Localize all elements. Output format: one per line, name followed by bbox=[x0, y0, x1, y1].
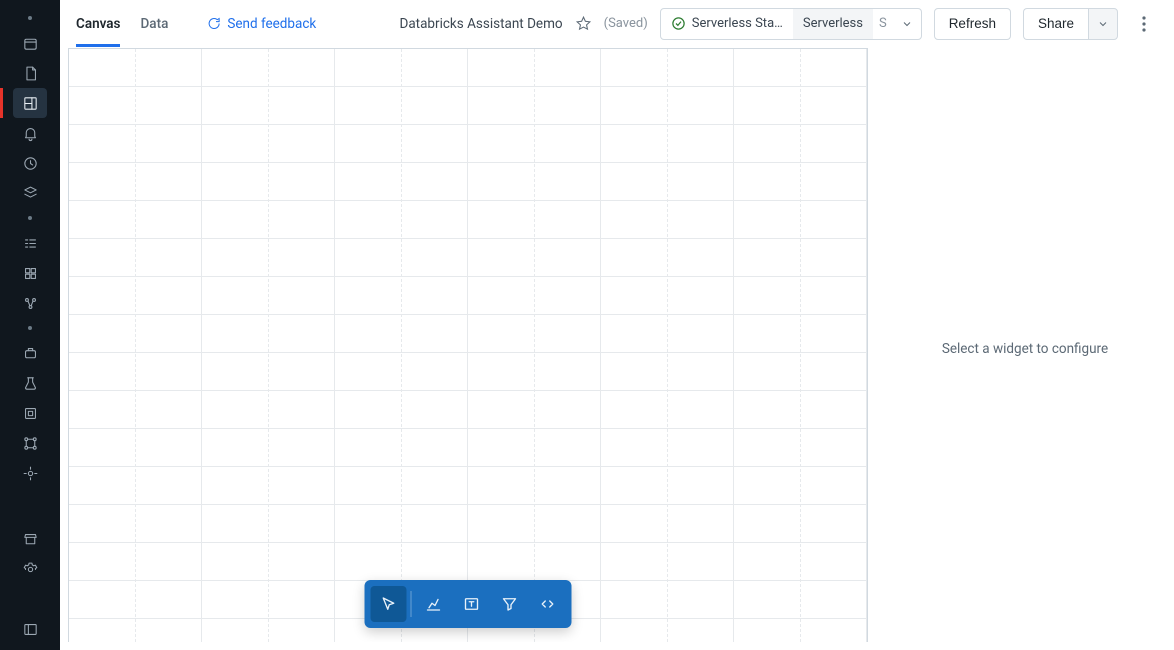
canvas-gridline bbox=[268, 49, 269, 642]
query-icon bbox=[22, 185, 39, 202]
sidebar-item-query[interactable] bbox=[13, 178, 47, 208]
sidebar-item-workflow[interactable] bbox=[13, 288, 47, 318]
sidebar-item-experiments[interactable] bbox=[13, 368, 47, 398]
dashboard-canvas[interactable] bbox=[68, 48, 868, 642]
more-options-button[interactable] bbox=[1130, 8, 1158, 40]
bell-icon bbox=[22, 125, 39, 142]
sidebar-separator bbox=[28, 216, 32, 220]
toolbar-separator bbox=[411, 591, 412, 617]
compute-dropdown-caret[interactable] bbox=[893, 9, 921, 39]
chat-icon bbox=[206, 16, 221, 31]
marketplace-icon bbox=[22, 531, 39, 548]
document-title: Databricks Assistant Demo bbox=[399, 16, 562, 32]
cursor-icon bbox=[380, 595, 398, 613]
share-button-group: Share bbox=[1023, 8, 1118, 40]
ml-icon bbox=[22, 345, 39, 362]
collapse-icon bbox=[22, 621, 39, 638]
main-area: Canvas Data Send feedback Databricks Ass… bbox=[60, 0, 1174, 650]
compute-status-label: Serverless Sta… bbox=[692, 16, 783, 31]
saved-status: (Saved) bbox=[604, 16, 648, 31]
compute-status: Serverless Sta… bbox=[661, 9, 793, 39]
filter-icon bbox=[501, 595, 519, 613]
settings-icon bbox=[22, 561, 39, 578]
compute-selector[interactable]: Serverless Sta… Serverless S bbox=[660, 8, 922, 40]
canvas-gridline bbox=[667, 49, 668, 642]
sidebar-item-marketplace[interactable] bbox=[13, 524, 47, 554]
view-tabs: Canvas Data bbox=[76, 0, 168, 47]
experiment-icon bbox=[22, 375, 39, 392]
chevron-down-icon bbox=[1097, 18, 1109, 30]
sidebar-separator bbox=[28, 16, 32, 20]
home-icon bbox=[22, 35, 39, 52]
canvas-gridline bbox=[135, 49, 136, 642]
top-toolbar: Canvas Data Send feedback Databricks Ass… bbox=[60, 0, 1174, 48]
select-tool[interactable] bbox=[371, 586, 407, 622]
compute-warehouse-label: Serverless bbox=[803, 16, 863, 31]
chevron-down-icon bbox=[901, 18, 913, 30]
sidebar-item-home[interactable] bbox=[13, 28, 47, 58]
send-feedback-label: Send feedback bbox=[227, 16, 316, 32]
chart-icon bbox=[425, 595, 443, 613]
sidebar-item-compute[interactable] bbox=[13, 398, 47, 428]
text-tool[interactable] bbox=[454, 586, 490, 622]
config-placeholder-text: Select a widget to configure bbox=[942, 341, 1108, 357]
canvas-gridline bbox=[800, 49, 801, 642]
refresh-button[interactable]: Refresh bbox=[934, 8, 1011, 40]
filter-tool[interactable] bbox=[492, 586, 528, 622]
chart-tool[interactable] bbox=[416, 586, 452, 622]
kebab-icon bbox=[1142, 16, 1146, 32]
tab-canvas[interactable]: Canvas bbox=[76, 2, 120, 47]
history-icon bbox=[22, 155, 39, 172]
favorite-button[interactable] bbox=[575, 15, 592, 32]
code-icon bbox=[539, 595, 557, 613]
workflow-icon bbox=[22, 295, 39, 312]
sidebar-item-data[interactable] bbox=[13, 258, 47, 288]
code-tool[interactable] bbox=[530, 586, 566, 622]
sidebar-item-alerts[interactable] bbox=[13, 118, 47, 148]
widget-config-panel: Select a widget to configure bbox=[876, 48, 1174, 650]
compute-warehouse: Serverless bbox=[793, 9, 873, 39]
check-circle-icon bbox=[671, 16, 686, 31]
tasks-icon bbox=[22, 235, 39, 252]
tab-data[interactable]: Data bbox=[140, 2, 168, 47]
widget-toolbar bbox=[365, 580, 572, 628]
sidebar-item-dashboard[interactable] bbox=[13, 88, 47, 118]
compute-icon bbox=[22, 405, 39, 422]
sidebar-item-history[interactable] bbox=[13, 148, 47, 178]
sidebar-item-file[interactable] bbox=[13, 58, 47, 88]
canvas-gridline bbox=[534, 49, 535, 642]
send-feedback-link[interactable]: Send feedback bbox=[206, 16, 316, 32]
star-icon bbox=[575, 15, 592, 32]
share-dropdown-button[interactable] bbox=[1088, 8, 1118, 40]
sidebar-item-misc[interactable] bbox=[13, 458, 47, 488]
sidebar-item-ml[interactable] bbox=[13, 338, 47, 368]
graph-icon bbox=[22, 435, 39, 452]
editor-body: Select a widget to configure bbox=[60, 48, 1174, 650]
sidebar-item-tasks[interactable] bbox=[13, 228, 47, 258]
sidebar-separator bbox=[28, 326, 32, 330]
canvas-wrap bbox=[60, 48, 876, 650]
text-icon bbox=[463, 595, 481, 613]
share-button[interactable]: Share bbox=[1023, 8, 1088, 40]
dashboard-icon bbox=[22, 95, 39, 112]
compute-avatar: S bbox=[873, 9, 893, 39]
settings-icon2 bbox=[22, 465, 39, 482]
left-sidebar bbox=[0, 0, 60, 650]
data-icon bbox=[22, 265, 39, 282]
sidebar-item-collapse[interactable] bbox=[13, 614, 47, 644]
sidebar-item-settings[interactable] bbox=[13, 554, 47, 584]
file-icon bbox=[22, 65, 39, 82]
sidebar-item-graph[interactable] bbox=[13, 428, 47, 458]
canvas-gridline bbox=[401, 49, 402, 642]
